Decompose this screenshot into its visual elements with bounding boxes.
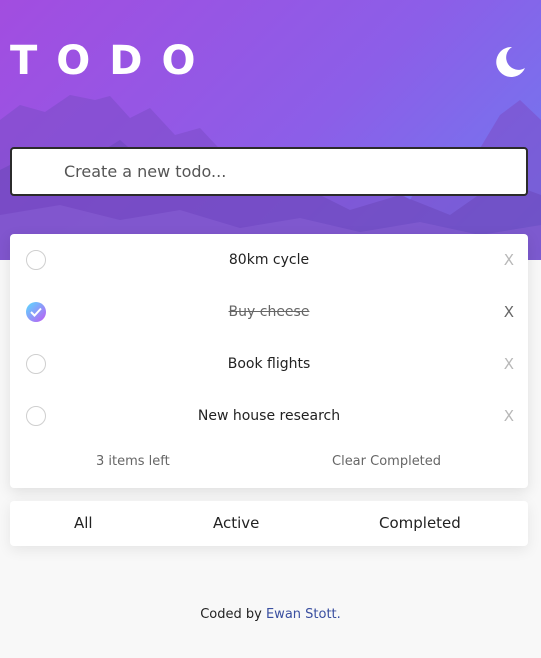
moon-icon[interactable] <box>492 44 528 80</box>
todo-item: New house research X <box>10 390 528 442</box>
todo-item: Buy cheese X <box>10 286 528 338</box>
todo-text[interactable]: Buy cheese <box>70 286 468 338</box>
delete-button[interactable]: X <box>504 286 514 338</box>
checkbox-checked[interactable] <box>26 302 46 322</box>
todo-list: 80km cycle X Buy cheese X Book flights X… <box>10 234 528 488</box>
todo-text[interactable]: 80km cycle <box>70 234 468 286</box>
todo-text[interactable]: Book flights <box>70 338 468 390</box>
filter-active[interactable]: Active <box>213 501 259 546</box>
delete-button[interactable]: X <box>504 338 514 390</box>
app-title: TODO <box>10 38 215 84</box>
header-background: TODO <box>0 0 541 260</box>
new-todo-field[interactable] <box>10 147 528 196</box>
credit-suffix: . <box>336 607 341 622</box>
todo-text[interactable]: New house research <box>70 390 468 442</box>
new-todo-input[interactable] <box>12 149 526 194</box>
todo-item: 80km cycle X <box>10 234 528 286</box>
checkbox[interactable] <box>26 250 46 270</box>
filter-bar: All Active Completed <box>10 501 528 546</box>
checkbox[interactable] <box>26 406 46 426</box>
checkmark-icon <box>30 307 42 317</box>
todo-item: Book flights X <box>10 338 528 390</box>
filter-all[interactable]: All <box>74 501 93 546</box>
filter-completed[interactable]: Completed <box>379 501 461 546</box>
list-footer: 3 items left Clear Completed <box>10 442 528 482</box>
delete-button[interactable]: X <box>504 390 514 442</box>
checkbox[interactable] <box>26 354 46 374</box>
delete-button[interactable]: X <box>504 234 514 286</box>
author-link[interactable]: Ewan Stott <box>266 607 337 622</box>
clear-completed-button[interactable]: Clear Completed <box>332 454 441 469</box>
items-left-count: 3 items left <box>96 454 170 469</box>
credit-prefix: Coded by <box>200 607 262 622</box>
credit-text: Coded by Ewan Stott. <box>0 607 541 622</box>
